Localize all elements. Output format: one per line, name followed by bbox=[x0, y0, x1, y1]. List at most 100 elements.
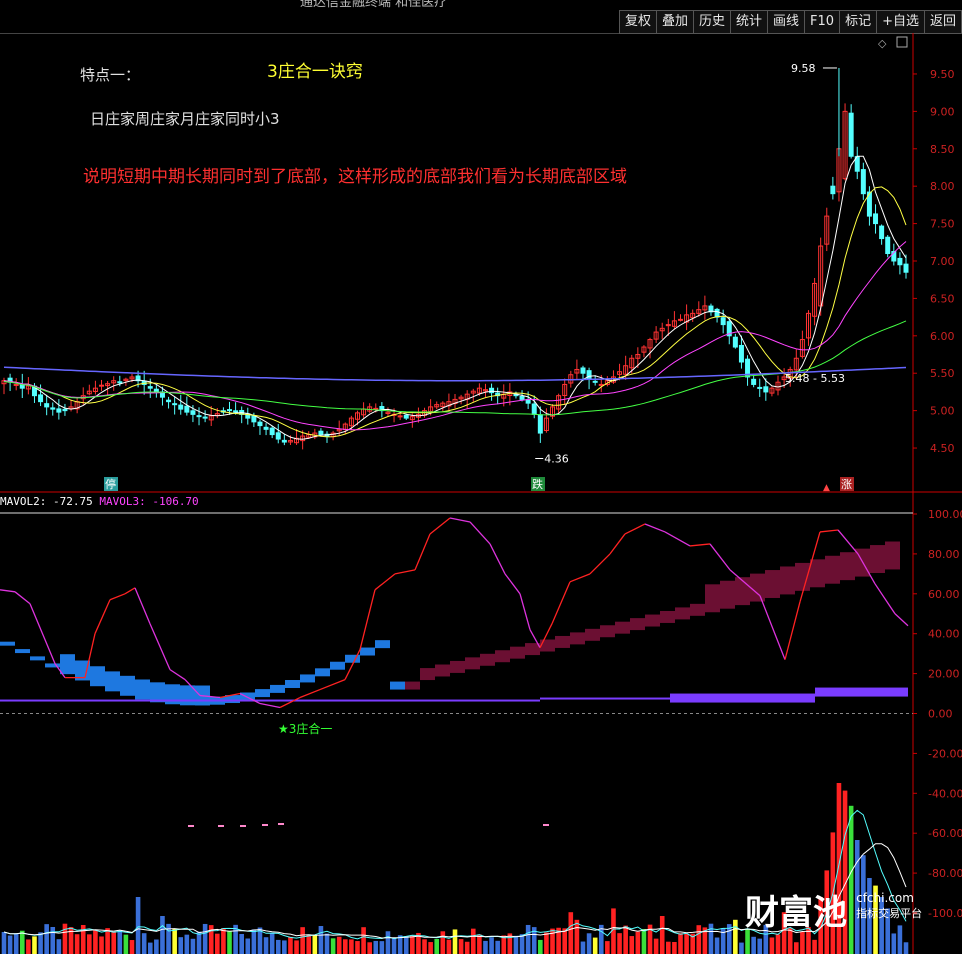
oscillator-segment bbox=[837, 529, 859, 555]
volume-bar bbox=[19, 930, 25, 954]
oscillator-segment bbox=[94, 599, 111, 634]
volume-bar bbox=[477, 934, 482, 954]
candle-body bbox=[885, 236, 891, 255]
candle-body bbox=[738, 344, 744, 363]
volume-bar bbox=[684, 933, 689, 954]
signal-label: ★3庄合一 bbox=[278, 722, 333, 736]
ind-tick-label: -80.00 bbox=[928, 867, 962, 880]
feature-label: 特点一： bbox=[80, 66, 141, 84]
ind-tick-label: -20.00 bbox=[928, 747, 962, 760]
volume-bar bbox=[623, 925, 628, 954]
oscillator-segment bbox=[504, 573, 521, 595]
volume-bar bbox=[422, 939, 427, 954]
indicator-band bbox=[840, 552, 855, 581]
volume-bar bbox=[275, 939, 281, 954]
indicator-band bbox=[390, 681, 405, 690]
oscillator-segment bbox=[394, 569, 416, 575]
oscillator-segment bbox=[664, 531, 691, 547]
volume-bar bbox=[324, 933, 330, 954]
volume-bar bbox=[458, 939, 464, 954]
oscillator-segment bbox=[709, 543, 731, 571]
indicator-band bbox=[645, 614, 660, 627]
volume-bar bbox=[410, 935, 415, 954]
indicator-band bbox=[135, 679, 150, 700]
indicator-band bbox=[360, 647, 375, 656]
volume-bar bbox=[403, 936, 409, 954]
indicator-band bbox=[30, 656, 45, 661]
purple-base-bar bbox=[815, 687, 908, 697]
indicator-band bbox=[375, 640, 390, 649]
indicator-band bbox=[465, 657, 480, 670]
oscillator-segment bbox=[259, 702, 281, 709]
oscillator-segment bbox=[14, 591, 31, 605]
oscillator-segment bbox=[589, 553, 611, 575]
toolbar-button-0[interactable]: 复权 bbox=[618, 10, 656, 34]
indicator-band bbox=[705, 584, 720, 613]
oscillator-segment bbox=[519, 593, 531, 630]
candle-body bbox=[763, 386, 769, 393]
volume-bar bbox=[330, 938, 336, 954]
toolbar-button-5[interactable]: F10 bbox=[804, 10, 840, 34]
candle-body bbox=[318, 430, 324, 436]
volume-bar bbox=[470, 928, 476, 954]
pink-dash bbox=[188, 825, 194, 827]
indicator-band bbox=[420, 668, 435, 681]
oscillator-segment bbox=[429, 517, 451, 535]
candle-body bbox=[732, 336, 738, 348]
high-price-label: 9.58 bbox=[791, 62, 816, 75]
volume-bar bbox=[306, 935, 312, 954]
oscillator-segment bbox=[759, 595, 786, 660]
explanation-text: 说明短期中期长期同时到了底部，这样形成的底部我们看为长期底部区域 bbox=[83, 167, 627, 187]
ind-tick-label: 80.00 bbox=[928, 548, 960, 561]
volume-bar bbox=[38, 932, 43, 954]
volume-bar bbox=[580, 941, 586, 954]
toolbar-button-6[interactable]: 标记 bbox=[839, 10, 877, 34]
volume-bar bbox=[659, 916, 665, 954]
volume-bar bbox=[446, 939, 452, 954]
purple-base-bar bbox=[540, 697, 660, 700]
candle-body bbox=[598, 383, 604, 386]
candle-body bbox=[178, 404, 184, 410]
oscillator-segment bbox=[624, 523, 646, 535]
volume-bar bbox=[391, 938, 397, 954]
volume-bar bbox=[1, 931, 7, 954]
volume-bar bbox=[141, 933, 147, 954]
up-arrow-icon: ▲ bbox=[823, 483, 830, 493]
method-title: 3庄合一诀窍 bbox=[267, 62, 363, 82]
candle-body bbox=[751, 378, 757, 385]
candle-body bbox=[202, 416, 208, 419]
volume-bar bbox=[300, 927, 305, 954]
ind-tick-label: 20.00 bbox=[928, 668, 960, 681]
volume-bar bbox=[202, 923, 208, 954]
volume-bar bbox=[74, 934, 80, 954]
oscillator-segment bbox=[551, 581, 571, 624]
volume-bar bbox=[666, 941, 671, 954]
signal-marker-1: 跌 bbox=[532, 477, 543, 491]
candle-body bbox=[190, 410, 196, 415]
legend-mavol3: MAVOL3: -106.70 bbox=[99, 495, 199, 508]
candle-body bbox=[38, 394, 44, 403]
price-tick-label: 5.50 bbox=[930, 367, 955, 380]
oscillator-segment bbox=[359, 589, 376, 650]
purple-base-bar bbox=[670, 693, 810, 703]
indicator-band bbox=[720, 580, 735, 609]
volume-bar bbox=[562, 928, 568, 954]
volume-bar bbox=[489, 937, 494, 954]
indicator-legend: MAVOL2: -72.75 MAVOL3: -106.70 bbox=[0, 495, 199, 508]
oscillator-segment bbox=[449, 517, 471, 523]
toolbar-button-7[interactable]: +自选 bbox=[876, 10, 924, 34]
toolbar-button-3[interactable]: 统计 bbox=[730, 10, 768, 34]
candle-body bbox=[117, 381, 123, 384]
toolbar-button-2[interactable]: 历史 bbox=[692, 10, 730, 34]
indicator-band bbox=[120, 675, 135, 696]
indicator-band bbox=[885, 541, 900, 570]
candle-body bbox=[257, 421, 263, 427]
pink-dash bbox=[278, 823, 284, 825]
toolbar-button-4[interactable]: 画线 bbox=[767, 10, 805, 34]
indicator-band bbox=[585, 628, 600, 641]
toolbar-button-1[interactable]: 叠加 bbox=[655, 10, 693, 34]
oscillator-segment bbox=[414, 533, 431, 571]
toolbar-button-8[interactable]: 返回 bbox=[923, 10, 962, 34]
volume-bar bbox=[172, 928, 177, 954]
volume-bar bbox=[538, 939, 543, 954]
